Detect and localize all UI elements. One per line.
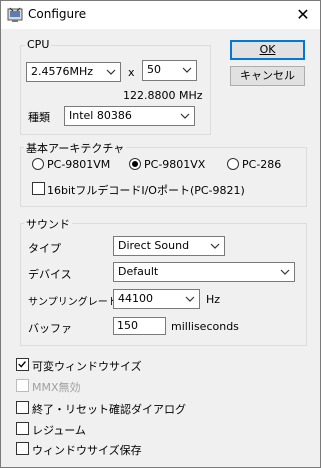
sound-buffer-input[interactable]: 150 bbox=[113, 317, 166, 335]
sound-type-select[interactable]: Direct Sound bbox=[113, 236, 225, 256]
sound-type-label: タイプ bbox=[28, 242, 61, 255]
chevron-down-icon bbox=[210, 243, 220, 249]
sound-rate-value: 44100 bbox=[118, 292, 153, 305]
sound-rate-label: サンプリングレート bbox=[28, 297, 118, 308]
chevron-down-icon bbox=[280, 269, 290, 275]
confirm-dialog-label[interactable]: 終了・リセット確認ダイアログ bbox=[32, 401, 186, 417]
sound-device-value: Default bbox=[118, 265, 159, 278]
multiply-sign: x bbox=[128, 66, 135, 79]
cpu-type-select[interactable]: Intel 80386 bbox=[64, 106, 195, 126]
fulldecode-label[interactable]: 16bitフルデコードI/Oポート(PC-9821) bbox=[47, 182, 245, 198]
cancel-button[interactable]: キャンセル bbox=[230, 66, 305, 86]
sound-device-select[interactable]: Default bbox=[113, 262, 295, 282]
chevron-down-icon bbox=[185, 296, 195, 302]
app-icon bbox=[7, 7, 23, 22]
resizable-window-label[interactable]: 可変ウィンドウサイズ bbox=[32, 358, 142, 374]
disable-mmx-label: MMX無効 bbox=[32, 381, 81, 394]
checkmark-icon bbox=[18, 361, 26, 368]
disable-mmx-checkbox bbox=[16, 379, 29, 392]
sound-rate-select[interactable]: 44100 bbox=[113, 289, 200, 309]
cpu-group-legend: CPU bbox=[25, 38, 52, 51]
window-title: Configure bbox=[28, 7, 87, 21]
cpu-type-value: Intel 80386 bbox=[69, 109, 132, 122]
close-button[interactable]: ✕ bbox=[286, 1, 320, 29]
title-bar[interactable]: Configure ✕ bbox=[1, 1, 320, 29]
arch-group-legend: 基本アーキテクチャ bbox=[24, 140, 127, 156]
arch-radio-pc9801vx-label[interactable]: PC-9801VX bbox=[144, 158, 205, 171]
chevron-down-icon bbox=[106, 69, 116, 75]
cpu-effective-clock: 122.8800 MHz bbox=[123, 89, 203, 102]
sound-group-legend: サウンド bbox=[24, 216, 72, 232]
sound-type-value: Direct Sound bbox=[118, 239, 190, 252]
ok-button-label: OK bbox=[259, 43, 276, 56]
sound-buffer-label: バッファ bbox=[28, 322, 72, 335]
sound-device-label: デバイス bbox=[28, 268, 72, 281]
cpu-clock-select[interactable]: 2.4576MHz bbox=[26, 62, 121, 82]
chevron-down-icon bbox=[182, 67, 192, 73]
sound-buffer-value: 150 bbox=[117, 319, 138, 332]
cpu-multiplier-value: 50 bbox=[147, 63, 161, 76]
confirm-dialog-checkbox[interactable] bbox=[16, 401, 29, 414]
fulldecode-checkbox[interactable] bbox=[32, 182, 45, 195]
arch-radio-pc286[interactable] bbox=[227, 158, 239, 170]
resizable-window-checkbox[interactable] bbox=[16, 358, 29, 371]
resume-checkbox[interactable] bbox=[16, 422, 29, 435]
resume-label[interactable]: レジューム bbox=[32, 422, 86, 438]
configure-dialog: Configure ✕ CPU 2.4576MHz x 50 122.8800 … bbox=[0, 0, 321, 468]
sound-buffer-unit: milliseconds bbox=[171, 320, 239, 333]
ok-button[interactable]: OK bbox=[230, 40, 305, 60]
arch-radio-pc9801vm-label[interactable]: PC-9801VM bbox=[47, 158, 110, 171]
cpu-clock-value: 2.4576MHz bbox=[31, 65, 94, 78]
chevron-down-icon bbox=[180, 113, 190, 119]
cpu-multiplier-select[interactable]: 50 bbox=[142, 60, 197, 81]
arch-radio-pc286-label[interactable]: PC-286 bbox=[242, 158, 281, 171]
cancel-button-label: キャンセル bbox=[240, 69, 295, 82]
sound-rate-unit: Hz bbox=[206, 293, 221, 306]
close-icon: ✕ bbox=[296, 5, 310, 24]
arch-group bbox=[20, 147, 307, 207]
cpu-type-label: 種類 bbox=[28, 111, 50, 124]
save-window-size-label[interactable]: ウィンドウサイズ保存 bbox=[32, 442, 142, 458]
arch-radio-pc9801vm[interactable] bbox=[32, 158, 44, 170]
save-window-size-checkbox[interactable] bbox=[16, 442, 29, 455]
arch-radio-pc9801vx[interactable] bbox=[129, 158, 141, 170]
